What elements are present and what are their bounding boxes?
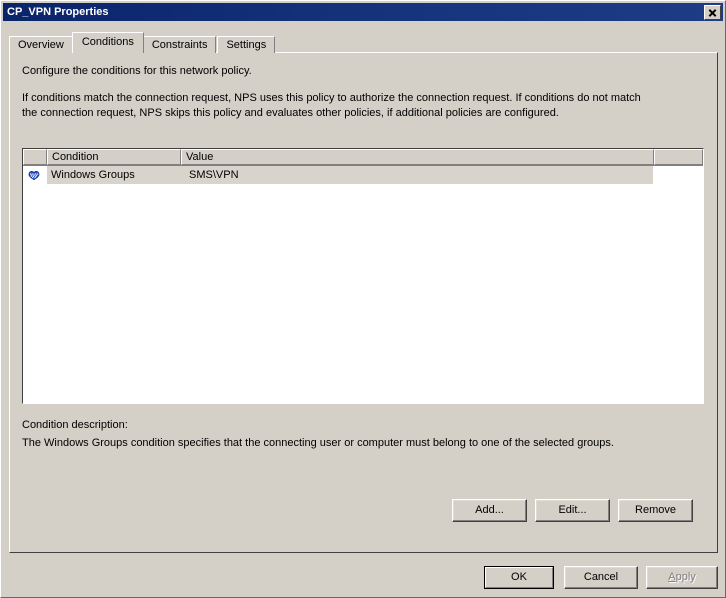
tab-overview[interactable]: Overview (9, 36, 73, 53)
intro-text: Configure the conditions for this networ… (22, 65, 252, 77)
tab-constraints-label: Constraints (151, 39, 208, 51)
list-body: Windows Groups SMS\VPN (23, 166, 703, 403)
detail-text: If conditions match the connection reque… (22, 92, 641, 119)
tab-settings-label: Settings (226, 39, 267, 51)
table-row[interactable]: Windows Groups SMS\VPN (23, 166, 653, 184)
tab-overview-label: Overview (18, 39, 64, 51)
row-icon-cell (23, 166, 47, 184)
tab-conditions-label: Conditions (81, 36, 134, 48)
row-condition-value: Windows Groups (51, 169, 135, 181)
row-value-value: SMS\VPN (189, 169, 239, 181)
tab-conditions[interactable]: Conditions (71, 32, 144, 53)
list-header-row: Condition Value (23, 149, 703, 166)
edit-button[interactable]: Edit... (535, 499, 610, 522)
column-header-condition-label: Condition (52, 151, 99, 163)
column-header-condition[interactable]: Condition (47, 149, 181, 165)
conditions-list-view[interactable]: Condition Value Windows Groups SMS\VPN (22, 148, 704, 404)
close-icon[interactable] (704, 4, 721, 20)
condition-description-label: Condition description: (22, 419, 128, 431)
column-header-icon[interactable] (23, 149, 47, 165)
column-header-value-label: Value (186, 151, 214, 163)
properties-dialog-window: CP_VPN Properties Overview Conditions Co… (0, 0, 726, 598)
ok-button-label: OK (485, 567, 553, 588)
cancel-button[interactable]: Cancel (564, 566, 638, 589)
windows-groups-icon (28, 170, 40, 181)
tab-constraints[interactable]: Constraints (142, 36, 217, 53)
window-title: CP_VPN Properties (7, 6, 109, 18)
tab-settings[interactable]: Settings (217, 36, 276, 53)
title-bar[interactable]: CP_VPN Properties (3, 3, 723, 21)
column-header-blank[interactable] (654, 149, 703, 165)
column-header-value[interactable]: Value (181, 149, 654, 165)
apply-button-accel: A (668, 571, 676, 583)
condition-description-text: The Windows Groups condition specifies t… (22, 437, 614, 449)
conditions-tab-panel: Configure the conditions for this networ… (9, 52, 718, 553)
apply-button[interactable]: Apply (646, 566, 718, 589)
remove-button[interactable]: Remove (618, 499, 693, 522)
apply-button-label: pply (675, 571, 696, 583)
tab-strip: Overview Conditions Constraints Settings (9, 32, 276, 53)
ok-button[interactable]: OK (484, 566, 554, 589)
add-button[interactable]: Add... (452, 499, 527, 522)
